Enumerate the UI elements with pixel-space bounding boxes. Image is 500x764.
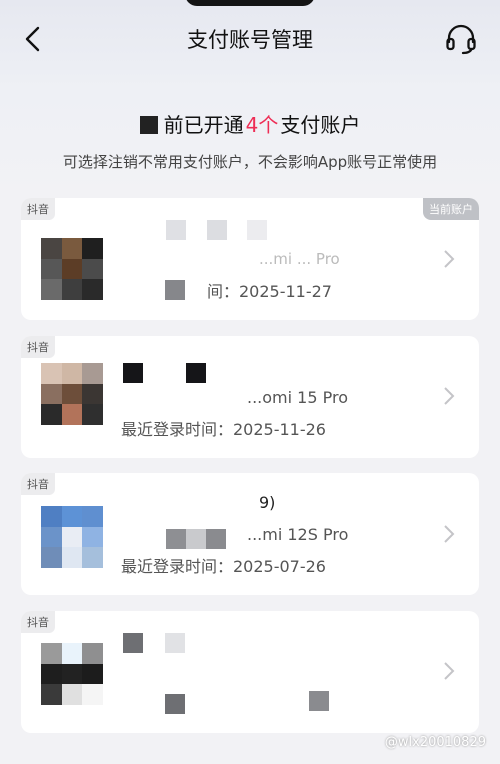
redacted-name [123, 363, 143, 383]
redacted-name [123, 633, 143, 653]
watermark: @wlx20010829 [384, 735, 486, 750]
chevron-right-icon [444, 387, 455, 405]
platform-badge: 抖音 [21, 336, 55, 358]
platform-badge: 抖音 [21, 198, 55, 220]
account-card[interactable]: 抖音 当前账户 ...mi ... Pro 间：2025-11-27 [21, 198, 479, 320]
redacted-name [247, 220, 267, 240]
summary-description: 可选择注销不常用支付账户，不会影响App账号正常使用 [62, 153, 438, 171]
redacted-name [186, 363, 206, 383]
redacted-text [206, 529, 226, 549]
summary-prefix: 前已开通 [163, 113, 244, 137]
nav-bar: 支付账号管理 [0, 0, 500, 80]
device-name: ...mi ... Pro [259, 250, 340, 268]
last-login-time: 间：2025-11-27 [207, 282, 332, 301]
avatar [41, 506, 103, 568]
account-count: 4个 [245, 113, 279, 137]
name-fragment: 9) [259, 493, 276, 512]
headset-icon [446, 24, 476, 55]
device-name: ...mi 12S Pro [247, 525, 349, 544]
redacted-text [165, 694, 185, 714]
redacted-name [207, 220, 227, 240]
account-summary: 前已开通 4个 支付账户 [0, 109, 500, 138]
platform-badge: 抖音 [21, 611, 55, 633]
redacted-text [166, 529, 186, 549]
avatar [41, 363, 103, 425]
account-card[interactable]: 抖音 [21, 611, 479, 733]
page-title: 支付账号管理 [187, 28, 313, 52]
last-login-time: 最近登录时间：2025-07-26 [121, 557, 326, 576]
platform-badge: 抖音 [21, 473, 55, 495]
avatar [41, 238, 103, 300]
avatar [41, 643, 103, 705]
current-account-badge: 当前账户 [423, 198, 479, 220]
account-card[interactable]: 抖音 ...omi 15 Pro 最近登录时间：2025-11-26 [21, 336, 479, 458]
redacted-name [165, 633, 185, 653]
chevron-right-icon [444, 662, 455, 680]
device-name: ...omi 15 Pro [247, 388, 348, 407]
redacted-text [309, 691, 329, 711]
redacted-text [165, 280, 185, 300]
chevron-right-icon [444, 250, 455, 268]
account-card[interactable]: 抖音 9) ...mi 12S Pro 最近登录时间：2025-07-26 [21, 473, 479, 595]
customer-service-button[interactable] [444, 22, 478, 56]
last-login-time: 最近登录时间：2025-11-26 [121, 420, 326, 439]
summary-suffix: 支付账户 [280, 113, 361, 137]
redacted-text [186, 529, 206, 549]
chevron-right-icon [444, 525, 455, 543]
redacted-name [166, 220, 186, 240]
redaction-block [139, 116, 158, 134]
